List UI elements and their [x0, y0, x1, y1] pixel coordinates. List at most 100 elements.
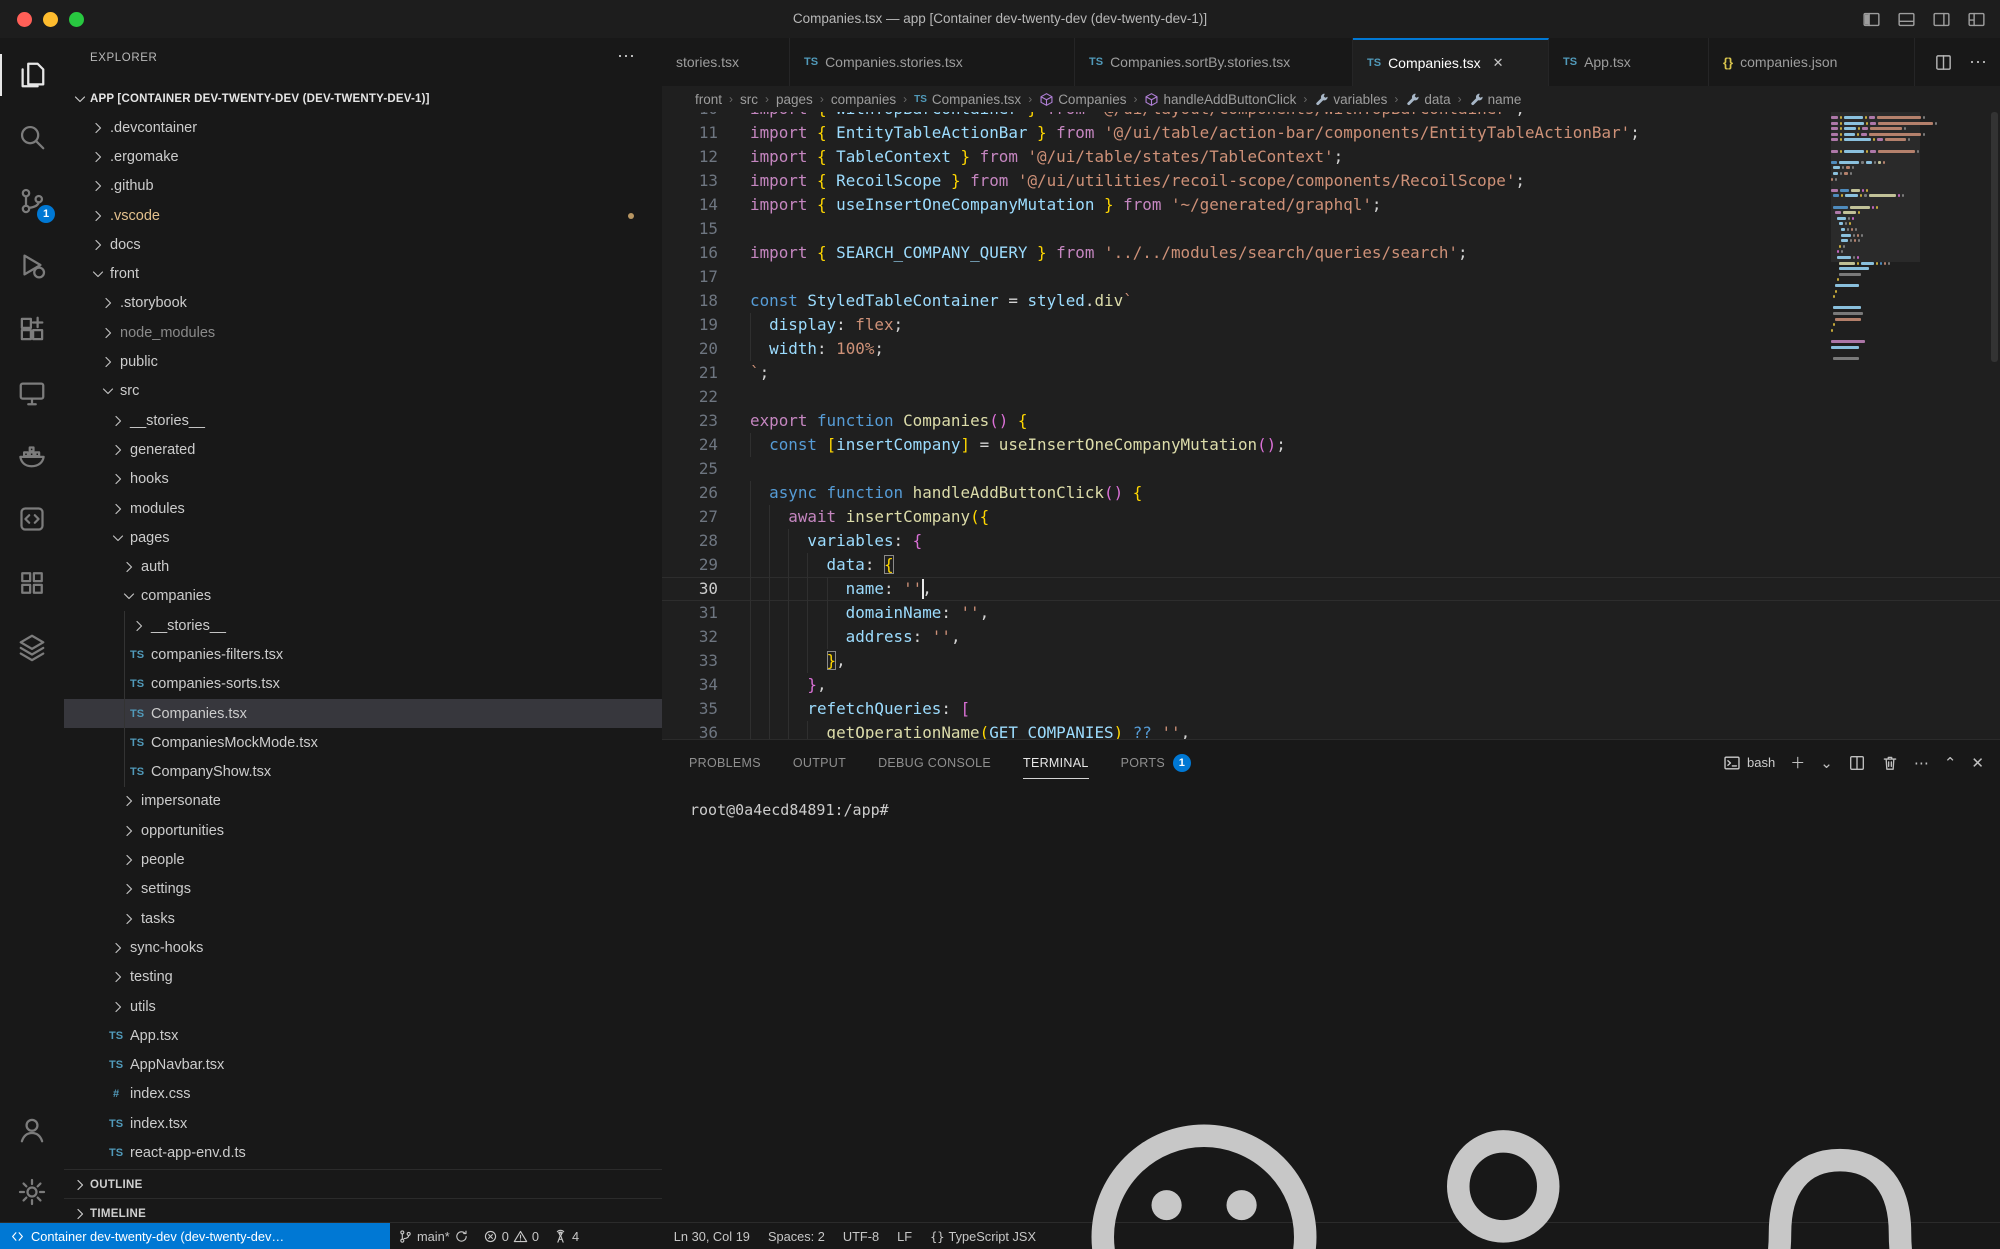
- tree-file-appnavbar-tsx[interactable]: TSAppNavbar.tsx: [64, 1051, 662, 1080]
- activity-item-apps-grid[interactable]: [0, 554, 64, 612]
- code-editor[interactable]: 10import { WithTopBarContainer } from '@…: [662, 112, 2000, 739]
- tree-folder-front[interactable]: front: [64, 259, 662, 288]
- tree-folder-modules[interactable]: modules: [64, 494, 662, 523]
- feedback-icon[interactable]: [1054, 1087, 1354, 1249]
- tree-folder-src[interactable]: src: [64, 377, 662, 406]
- layout-customize-icon[interactable]: [1967, 10, 1986, 29]
- tree-folder-generated[interactable]: generated: [64, 435, 662, 464]
- panel-more-button[interactable]: ⋯: [1914, 754, 1929, 772]
- breadcrumb-item-variables[interactable]: variables: [1314, 92, 1387, 107]
- breadcrumb-item-name[interactable]: name: [1469, 92, 1522, 107]
- tree-file-index-tsx[interactable]: TSindex.tsx: [64, 1109, 662, 1138]
- tree-folder-utils[interactable]: utils: [64, 992, 662, 1021]
- tab-companies-json[interactable]: {}companies.json: [1709, 38, 1915, 86]
- activity-item-docker[interactable]: [0, 426, 64, 484]
- tree-file-react-app-env-d-ts[interactable]: TSreact-app-env.d.ts: [64, 1138, 662, 1167]
- tree-folder-docs[interactable]: docs: [64, 230, 662, 259]
- tree-folder--ergomake[interactable]: .ergomake: [64, 142, 662, 171]
- activity-item-layers[interactable]: [0, 618, 64, 676]
- tab-app-tsx[interactable]: TSApp.tsx: [1549, 38, 1709, 86]
- status-typescript-jsx[interactable]: {}TypeScript JSX: [930, 1229, 1036, 1244]
- layout-sidebar-left-icon[interactable]: [1862, 10, 1881, 29]
- activity-item-run-debug[interactable]: [0, 236, 64, 294]
- minimap[interactable]: [1831, 112, 1920, 739]
- tree-folder-public[interactable]: public: [64, 347, 662, 376]
- tree-folder-node-modules[interactable]: node_modules: [64, 318, 662, 347]
- terminal-dropdown-button[interactable]: ⌄: [1820, 754, 1833, 772]
- status-utf-8[interactable]: UTF-8: [843, 1229, 879, 1244]
- breadcrumb-item-data[interactable]: data: [1405, 92, 1450, 107]
- status-lf[interactable]: LF: [897, 1229, 912, 1244]
- panel-tab-problems[interactable]: PROBLEMS: [689, 740, 761, 785]
- breadcrumb-item-src[interactable]: src: [740, 92, 758, 107]
- status-spaces-2[interactable]: Spaces: 2: [768, 1229, 825, 1244]
- breadcrumb-item-front[interactable]: front: [695, 92, 722, 107]
- more-actions-button[interactable]: ⋯: [1969, 52, 1988, 73]
- activity-item-explorer[interactable]: [0, 46, 64, 104]
- notifications-icon[interactable]: [1690, 1087, 1990, 1249]
- terminal-shell-picker[interactable]: bash: [1723, 754, 1775, 772]
- activity-item-remote-explorer[interactable]: [0, 364, 64, 422]
- tree-folder--vscode[interactable]: .vscode: [64, 201, 662, 230]
- branch-status[interactable]: main*: [398, 1229, 469, 1244]
- kill-terminal-icon[interactable]: [1881, 754, 1899, 772]
- tree-folder-auth[interactable]: auth: [64, 552, 662, 581]
- tree-folder-impersonate[interactable]: impersonate: [64, 787, 662, 816]
- breadcrumb-item-handleaddbuttonclick[interactable]: handleAddButtonClick: [1144, 92, 1296, 107]
- tree-file-index-css[interactable]: #index.css: [64, 1080, 662, 1109]
- tree-folder-pages[interactable]: pages: [64, 523, 662, 552]
- split-editor-icon[interactable]: [1934, 53, 1953, 72]
- tree-folder-people[interactable]: people: [64, 845, 662, 874]
- panel-tab-debug-console[interactable]: DEBUG CONSOLE: [878, 740, 991, 785]
- panel-tab-terminal[interactable]: TERMINAL: [1023, 740, 1089, 785]
- panel-tab-output[interactable]: OUTPUT: [793, 740, 846, 785]
- tree-folder--github[interactable]: .github: [64, 172, 662, 201]
- tree-folder-tasks[interactable]: tasks: [64, 904, 662, 933]
- tree-folder-sync-hooks[interactable]: sync-hooks: [64, 933, 662, 962]
- new-terminal-button[interactable]: ＋: [1790, 752, 1805, 773]
- forwarded-ports-status[interactable]: 4: [553, 1229, 579, 1244]
- breadcrumb-item-companies[interactable]: Companies: [1039, 92, 1126, 107]
- activity-item-search[interactable]: [0, 108, 64, 166]
- breadcrumb-item-pages[interactable]: pages: [776, 92, 813, 107]
- tab-companies-tsx[interactable]: TSCompanies.tsx✕: [1353, 38, 1549, 86]
- tree-folder--storybook[interactable]: .storybook: [64, 289, 662, 318]
- split-terminal-icon[interactable]: [1848, 754, 1866, 772]
- tree-file-companies-sorts-tsx[interactable]: TScompanies-sorts.tsx: [64, 670, 662, 699]
- tree-folder-settings[interactable]: settings: [64, 875, 662, 904]
- accounts-icon[interactable]: [1372, 1087, 1672, 1249]
- terminal-output[interactable]: root@0a4ecd84891:/app#: [690, 801, 889, 819]
- tree-file-companyshow-tsx[interactable]: TSCompanyShow.tsx: [64, 758, 662, 787]
- tree-folder--stories-[interactable]: __stories__: [64, 406, 662, 435]
- tree-folder-companies[interactable]: companies: [64, 582, 662, 611]
- activity-item-accounts[interactable]: [0, 1101, 64, 1159]
- layout-panel-icon[interactable]: [1897, 10, 1916, 29]
- explorer-more-actions-button[interactable]: ⋯: [617, 46, 636, 67]
- tab-stories-tsx[interactable]: stories.tsx: [662, 38, 790, 86]
- close-icon[interactable]: ✕: [1493, 55, 1504, 71]
- tree-file-companiesmockmode-tsx[interactable]: TSCompaniesMockMode.tsx: [64, 728, 662, 757]
- tree-folder-hooks[interactable]: hooks: [64, 465, 662, 494]
- remote-indicator[interactable]: Container dev-twenty-dev (dev-twenty-dev…: [0, 1223, 390, 1249]
- problems-status[interactable]: 00: [483, 1229, 539, 1244]
- panel-tab-ports[interactable]: PORTS1: [1121, 740, 1191, 785]
- tree-file-companies-tsx[interactable]: TSCompanies.tsx: [64, 699, 662, 728]
- editor-scrollbar[interactable]: [1991, 112, 1998, 362]
- tab-companies-sortby-stories-tsx[interactable]: TSCompanies.sortBy.stories.tsx: [1075, 38, 1353, 86]
- section-outline[interactable]: OUTLINE: [64, 1169, 662, 1199]
- tree-file-companies-filters-tsx[interactable]: TScompanies-filters.tsx: [64, 640, 662, 669]
- tab-companies-stories-tsx[interactable]: TSCompanies.stories.tsx: [790, 38, 1075, 86]
- tree-folder--devcontainer[interactable]: .devcontainer: [64, 113, 662, 142]
- tree-folder--stories-[interactable]: __stories__: [64, 611, 662, 640]
- explorer-section-header[interactable]: APP [CONTAINER DEV-TWENTY-DEV (DEV-TWENT…: [64, 84, 662, 113]
- tree-file-app-tsx[interactable]: TSApp.tsx: [64, 1021, 662, 1050]
- status-ln-30-col-19[interactable]: Ln 30, Col 19: [674, 1229, 750, 1244]
- activity-item-dev-container[interactable]: [0, 490, 64, 548]
- breadcrumb-item-companies[interactable]: companies: [831, 92, 896, 107]
- breadcrumb-item-companies-tsx[interactable]: TSCompanies.tsx: [914, 92, 1021, 107]
- activity-item-extensions[interactable]: [0, 300, 64, 358]
- tree-folder-opportunities[interactable]: opportunities: [64, 816, 662, 845]
- activity-item-source-control[interactable]: 1: [0, 172, 64, 230]
- maximize-panel-button[interactable]: ⌃: [1944, 754, 1957, 772]
- close-panel-button[interactable]: ✕: [1971, 754, 1984, 772]
